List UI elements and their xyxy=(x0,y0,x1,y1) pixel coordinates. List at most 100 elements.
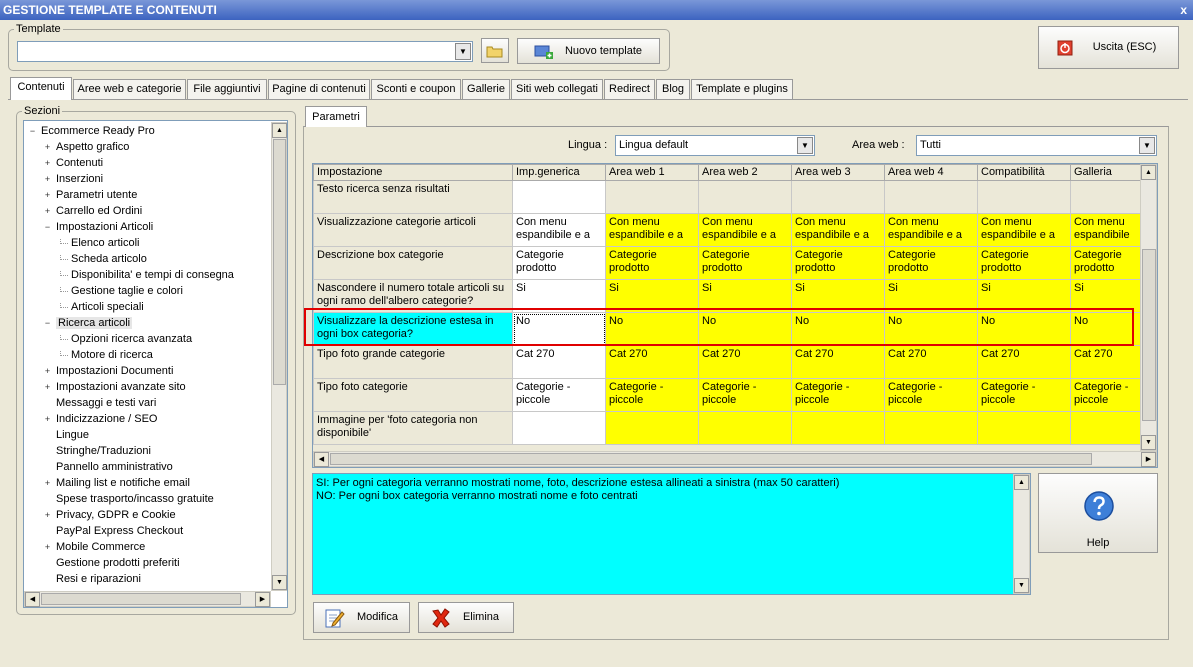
setting-name-cell[interactable]: Testo ricerca senza risultati xyxy=(313,180,513,214)
grid-value-cell[interactable] xyxy=(977,180,1071,214)
tree-expander-icon[interactable] xyxy=(43,431,52,440)
column-header[interactable]: Galleria xyxy=(1070,164,1141,181)
tree-item[interactable]: Motore di ricerca xyxy=(71,347,153,363)
column-header[interactable]: Area web 3 xyxy=(791,164,885,181)
grid-value-cell[interactable]: Con menu espandibile e a … xyxy=(698,213,792,247)
grid-value-cell[interactable]: Con menu espandibile e a … xyxy=(512,213,606,247)
help-button[interactable]: Help xyxy=(1038,473,1158,553)
grid-value-cell[interactable] xyxy=(698,180,792,214)
grid-value-cell[interactable]: Categorie prodotto xyxy=(884,246,978,280)
tab-parametri[interactable]: Parametri xyxy=(305,106,367,127)
setting-name-cell[interactable]: Tipo foto grande categorie xyxy=(313,345,513,379)
setting-name-cell[interactable]: Visualizzazione categorie articoli xyxy=(313,213,513,247)
grid-value-cell[interactable]: Categorie prodotto xyxy=(977,246,1071,280)
grid-value-cell[interactable]: Si xyxy=(512,279,606,313)
tab-pagine-contenuti[interactable]: Pagine di contenuti xyxy=(268,79,370,99)
tab-file-aggiuntivi[interactable]: File aggiuntivi xyxy=(187,79,267,99)
tree-expander-icon[interactable]: + xyxy=(43,159,52,168)
tree-expander-icon[interactable]: + xyxy=(43,383,52,392)
table-row[interactable]: Descrizione box categorie Categorie prodo… xyxy=(313,246,1141,280)
grid-value-cell[interactable]: Si xyxy=(884,279,978,313)
grid-value-cell[interactable] xyxy=(791,411,885,445)
tree-expander-icon[interactable]: + xyxy=(43,511,52,520)
tree-expander-icon[interactable]: − xyxy=(43,319,52,328)
tree-expander-icon[interactable] xyxy=(43,527,52,536)
tree-item[interactable]: Articoli speciali xyxy=(71,299,144,315)
tab-sconti-coupon[interactable]: Sconti e coupon xyxy=(371,79,461,99)
tree-item[interactable]: Disponibilita' e tempi di consegna xyxy=(71,267,234,283)
tree-expander-icon[interactable] xyxy=(43,575,52,584)
tree-item[interactable]: Elenco articoli xyxy=(71,235,139,251)
tree-item[interactable]: PayPal Express Checkout xyxy=(56,523,183,539)
table-row[interactable]: Testo ricerca senza risultati xyxy=(313,180,1141,214)
setting-name-cell[interactable]: Nascondere il numero totale articoli su … xyxy=(313,279,513,313)
scroll-down-icon[interactable]: ▼ xyxy=(1141,435,1156,450)
column-header[interactable]: Impostazione xyxy=(313,164,513,181)
scroll-up-icon[interactable]: ▲ xyxy=(1141,165,1156,180)
tree-item[interactable]: Inserzioni xyxy=(56,171,103,187)
grid-value-cell[interactable] xyxy=(884,180,978,214)
grid-value-cell[interactable] xyxy=(698,411,792,445)
grid-value-cell[interactable]: Categorie - piccole xyxy=(977,378,1071,412)
chevron-down-icon[interactable]: ▼ xyxy=(455,43,471,60)
chevron-down-icon[interactable]: ▼ xyxy=(797,137,813,154)
grid-value-cell[interactable]: Categorie - piccole xyxy=(884,378,978,412)
tree-item[interactable]: Impostazioni avanzate sito xyxy=(56,379,186,395)
table-row[interactable]: Nascondere il numero totale articoli su … xyxy=(313,279,1141,313)
tree-scroll-thumb[interactable] xyxy=(273,139,286,385)
grid-value-cell[interactable] xyxy=(605,411,699,445)
scroll-left-icon[interactable]: ◀ xyxy=(25,592,40,607)
grid-value-cell[interactable]: Con menu espandibile e a … xyxy=(884,213,978,247)
grid-value-cell[interactable]: Cat 270 xyxy=(605,345,699,379)
tab-siti-collegati[interactable]: Siti web collegati xyxy=(511,79,603,99)
grid-value-cell[interactable]: Con menu espandibile e xyxy=(1070,213,1141,247)
tree-expander-icon[interactable]: + xyxy=(43,207,52,216)
table-row[interactable]: Visualizzazione categorie articoli Con me… xyxy=(313,213,1141,247)
column-header[interactable]: Area web 1 xyxy=(605,164,699,181)
scroll-right-icon[interactable]: ▶ xyxy=(1141,452,1156,467)
chevron-down-icon[interactable]: ▼ xyxy=(1139,137,1155,154)
setting-name-cell[interactable]: Tipo foto categorie xyxy=(313,378,513,412)
tree-item[interactable]: Impostazioni Documenti xyxy=(56,363,173,379)
tree-item[interactable]: Carrello ed Ordini xyxy=(56,203,142,219)
grid-value-cell[interactable]: No xyxy=(977,312,1071,346)
grid-value-cell[interactable]: Cat 270 xyxy=(512,345,606,379)
grid-value-cell[interactable] xyxy=(605,180,699,214)
grid-value-cell[interactable]: Categorie prodotto xyxy=(605,246,699,280)
grid-value-cell[interactable]: Con menu espandibile e a … xyxy=(977,213,1071,247)
grid-value-cell[interactable]: Cat 270 xyxy=(1070,345,1141,379)
tree-expander-icon[interactable]: + xyxy=(43,191,52,200)
grid-value-cell[interactable]: Con menu espandibile e a … xyxy=(605,213,699,247)
tab-gallerie[interactable]: Gallerie xyxy=(462,79,510,99)
tree-item[interactable]: Resi e riparazioni xyxy=(56,571,141,587)
grid-value-cell[interactable]: No xyxy=(791,312,885,346)
tree-item[interactable]: Contenuti xyxy=(56,155,103,171)
tree-item[interactable]: Parametri utente xyxy=(56,187,137,203)
tree-expander-icon[interactable]: + xyxy=(43,543,52,552)
grid-value-cell[interactable]: Si xyxy=(977,279,1071,313)
close-icon[interactable]: x xyxy=(1180,0,1187,20)
grid-scroll-thumb[interactable] xyxy=(1142,249,1156,421)
tree-expander-icon[interactable]: + xyxy=(43,367,52,376)
setting-name-cell[interactable]: Immagine per 'foto categoria non disponi… xyxy=(313,411,513,445)
grid-value-cell[interactable] xyxy=(1070,180,1141,214)
grid-value-cell[interactable]: Cat 270 xyxy=(977,345,1071,379)
tab-template-plugins[interactable]: Template e plugins xyxy=(691,79,793,99)
grid-value-cell[interactable]: Cat 270 xyxy=(884,345,978,379)
tab-redirect[interactable]: Redirect xyxy=(604,79,655,99)
elimina-button[interactable]: Elimina xyxy=(418,602,514,633)
lingua-select[interactable]: Lingua default ▼ xyxy=(615,135,815,156)
tree-expander-icon[interactable]: − xyxy=(43,223,52,232)
table-row[interactable]: Immagine per 'foto categoria non disponi… xyxy=(313,411,1141,445)
modifica-button[interactable]: Modifica xyxy=(313,602,410,633)
scroll-up-icon[interactable]: ▲ xyxy=(1014,475,1029,490)
grid-value-cell[interactable]: Categorie - piccole xyxy=(791,378,885,412)
exit-button[interactable]: Uscita (ESC) xyxy=(1038,26,1179,69)
tree-horizontal-scrollbar[interactable]: ◀ ▶ xyxy=(24,591,271,607)
settings-grid[interactable]: Impostazione Imp.generica Area web 1 Area w… xyxy=(313,164,1141,445)
tree-expander-icon[interactable] xyxy=(43,559,52,568)
tree-hscroll-thumb[interactable] xyxy=(41,593,241,605)
grid-value-cell[interactable]: Categorie prodotto xyxy=(698,246,792,280)
tree-expander-icon[interactable]: + xyxy=(43,143,52,152)
grid-value-cell[interactable] xyxy=(884,411,978,445)
